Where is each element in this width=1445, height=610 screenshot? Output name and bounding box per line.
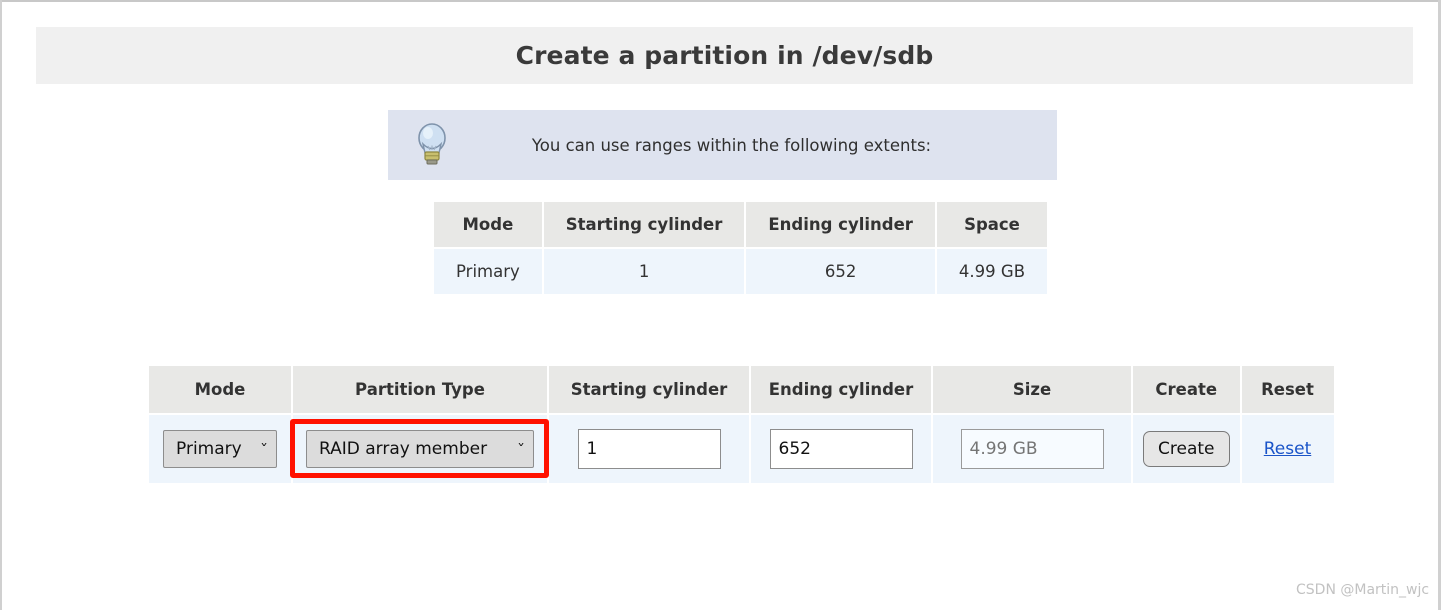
info-banner: You can use ranges within the following … — [388, 110, 1057, 180]
mode-select[interactable]: Primary ˅ — [163, 430, 277, 468]
form-table-header-row: Mode Partition Type Starting cylinder En… — [149, 366, 1334, 413]
mode-select-value: Primary — [176, 439, 242, 459]
form-header-reset: Reset — [1241, 366, 1334, 413]
create-button[interactable]: Create — [1143, 431, 1230, 467]
size-input[interactable] — [960, 429, 1104, 469]
extents-table-header-row: Mode Starting cylinder Ending cylinder S… — [434, 202, 1048, 247]
extents-cell-space: 4.99 GB — [936, 249, 1048, 294]
extents-header-start: Starting cylinder — [543, 202, 745, 247]
form-cell-create: Create — [1133, 415, 1240, 483]
lightbulb-icon — [388, 122, 476, 168]
form-cell-partition-type: RAID array member ˅ — [293, 415, 547, 483]
info-banner-message: You can use ranges within the following … — [531, 135, 932, 155]
table-row: Primary 1 652 4.99 GB — [434, 249, 1048, 294]
page-content: Create a partition in /dev/sdb You can u… — [0, 0, 1438, 610]
page-title: Create a partition in /dev/sdb — [515, 41, 934, 70]
form-header-end: Ending cylinder — [751, 366, 931, 413]
extents-header-mode: Mode — [434, 202, 542, 247]
partition-type-select[interactable]: RAID array member ˅ — [306, 430, 534, 468]
extents-header-end: Ending cylinder — [746, 202, 935, 247]
extents-cell-end: 652 — [746, 249, 935, 294]
reset-link[interactable]: Reset — [1264, 439, 1312, 459]
form-cell-ending-cylinder — [751, 415, 931, 483]
partition-type-select-value: RAID array member — [319, 439, 488, 459]
viewport-right-edge — [1438, 0, 1441, 610]
chevron-down-icon: ˅ — [516, 442, 526, 456]
extents-cell-mode: Primary — [434, 249, 542, 294]
watermark: CSDN @Martin_wjc — [1296, 582, 1430, 598]
page-header: Create a partition in /dev/sdb — [36, 27, 1413, 84]
form-header-create: Create — [1133, 366, 1240, 413]
form-cell-size — [933, 415, 1131, 483]
form-cell-reset: Reset — [1241, 415, 1334, 483]
form-header-mode: Mode — [149, 366, 291, 413]
form-header-size: Size — [933, 366, 1131, 413]
table-row: Primary ˅ RAID array member ˅ 1 652 4.99… — [149, 415, 1334, 483]
lightbulb-icon-svg — [418, 123, 446, 165]
extents-header-space: Space — [936, 202, 1048, 247]
extents-cell-start: 1 — [543, 249, 745, 294]
chevron-down-icon: ˅ — [259, 442, 269, 456]
form-header-ptype: Partition Type — [293, 366, 547, 413]
form-cell-starting-cylinder — [549, 415, 749, 483]
form-cell-mode: Primary ˅ — [149, 415, 291, 483]
ending-cylinder-input[interactable] — [769, 429, 913, 469]
partition-form-table: Mode Partition Type Starting cylinder En… — [147, 364, 1336, 485]
starting-cylinder-input[interactable] — [577, 429, 721, 469]
extents-table: Mode Starting cylinder Ending cylinder S… — [432, 200, 1049, 296]
form-header-start: Starting cylinder — [549, 366, 749, 413]
